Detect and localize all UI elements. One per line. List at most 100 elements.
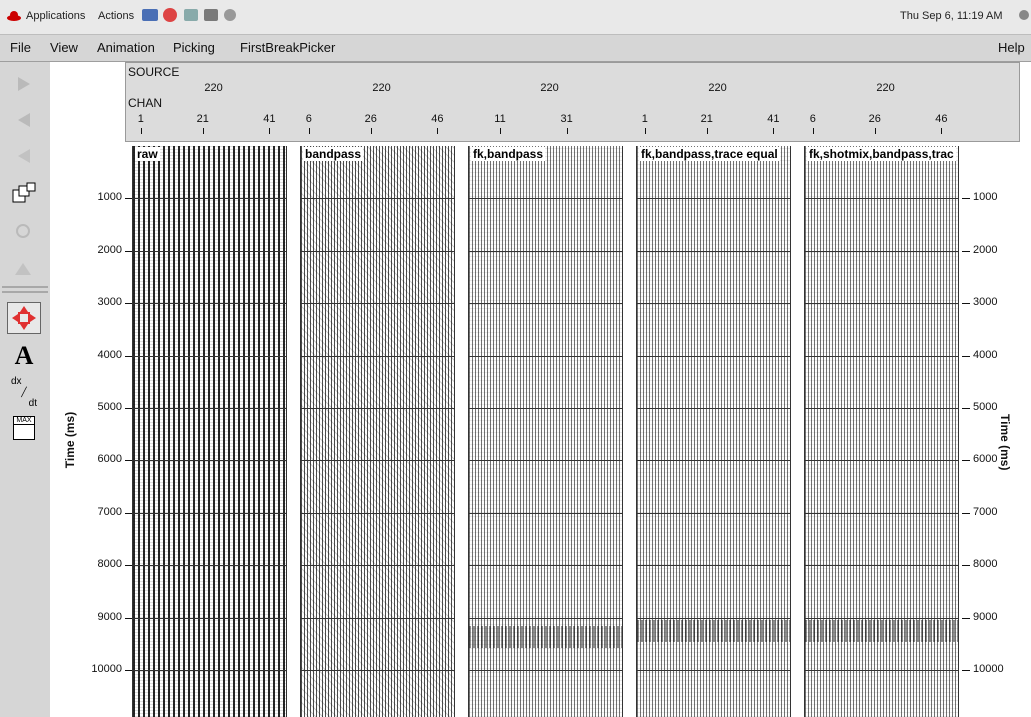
chan-tick-label: 6 [305, 113, 312, 125]
menu-firstbreakpicker[interactable]: FirstBreakPicker [240, 40, 335, 55]
dx-glyph: dx [11, 375, 22, 387]
velocity-tool-button[interactable]: dx ╱ dt [7, 375, 41, 409]
chan-tick-label: 21 [700, 113, 713, 125]
y-tick-right [962, 355, 970, 357]
y-tick-label: 8000 [97, 558, 122, 571]
text-tool-icon: A [14, 341, 34, 370]
panel-fk-shotmix-bandpass[interactable]: fk,shotmix,bandpass,trac [804, 146, 959, 717]
time-gridline [468, 355, 623, 357]
menu-picking[interactable]: Picking [173, 40, 215, 55]
chan-tick-mark [941, 128, 943, 134]
play-forward-button[interactable] [7, 68, 41, 100]
time-gridline [468, 670, 623, 671]
y-tick-right [962, 250, 970, 252]
move-arrows-icon [12, 306, 36, 330]
tool-palette: A dx ╱ dt MAX [0, 62, 51, 717]
source-value: 220 [708, 82, 727, 94]
y-tick-label: 9000 [97, 610, 122, 623]
time-gridline [636, 303, 791, 305]
chan-tick-label: 46 [431, 113, 444, 125]
window-tile-button[interactable] [7, 178, 41, 210]
y-tick-label: 4000 [97, 348, 122, 361]
zoom-tool-button[interactable] [7, 216, 41, 248]
chan-tick-mark [202, 128, 204, 134]
time-gridline [300, 460, 455, 462]
applications-menu[interactable]: Applications [26, 10, 85, 22]
time-gridline [636, 198, 791, 200]
time-gridline [468, 565, 623, 567]
time-gridline [468, 198, 623, 200]
tool-separator [2, 286, 48, 288]
chan-tick-label: 41 [263, 113, 276, 125]
menu-view[interactable]: View [50, 40, 78, 55]
y-tick-right [962, 460, 970, 462]
y-tick-label: 5000 [97, 401, 122, 413]
time-gridline [132, 460, 287, 462]
time-gridline [132, 512, 287, 514]
actions-menu[interactable]: Actions [98, 10, 134, 22]
y-tick-label: 1000 [97, 191, 122, 204]
time-gridline [300, 198, 455, 200]
chan-tick-mark [812, 128, 814, 134]
annotate-tool-button[interactable] [7, 252, 41, 284]
time-gridline [804, 303, 959, 305]
panel-fk-bandpass[interactable]: fk,bandpass [468, 146, 623, 717]
chan-tick-mark [437, 128, 439, 134]
launcher-icons[interactable] [140, 6, 260, 27]
source-value: 220 [540, 82, 559, 94]
y-tick-label: 2000 [97, 243, 122, 256]
time-gridline [636, 670, 791, 671]
y-tick-label: 7000 [97, 505, 122, 518]
zoom-icon [16, 224, 30, 238]
chan-tick-mark [500, 128, 501, 134]
time-gridline [804, 617, 959, 619]
time-gridline [300, 565, 455, 567]
time-gridline [804, 408, 959, 409]
panel-title: fk,bandpass,trace equal [639, 147, 780, 161]
time-gridline [300, 303, 455, 305]
mountain-icon [15, 263, 31, 275]
chan-tick-mark [269, 128, 271, 134]
seismic-plot-area[interactable]: SOURCE CHAN 220 220 220 220 220 1 21 41 6 26 46 11 3… [50, 62, 1031, 717]
slash-glyph: ╱ [21, 386, 27, 397]
time-gridline [132, 303, 287, 305]
play-back-button[interactable] [7, 140, 41, 172]
time-gridline [300, 670, 455, 671]
pan-tool-button[interactable] [7, 302, 41, 334]
menu-help[interactable]: Help [998, 40, 1025, 55]
time-gridline [804, 512, 959, 514]
y-tick-right [962, 670, 970, 671]
max-window-button[interactable]: MAX [7, 412, 41, 444]
y-axis-title-right: Time (ms) [998, 414, 1012, 471]
time-gridline [804, 198, 959, 200]
trace-header-band: SOURCE CHAN 220 220 220 220 220 1 21 41 6 26 46 11 3… [125, 62, 1020, 142]
y-tick-right [962, 408, 970, 409]
panel-bandpass[interactable]: bandpass [300, 146, 455, 717]
time-gridline [132, 408, 287, 409]
y-tick-label-right: 8000 [973, 558, 998, 571]
time-gridline [636, 408, 791, 409]
time-gridline [804, 460, 959, 462]
panel-raw[interactable]: raw [132, 146, 287, 717]
redhat-icon[interactable] [6, 10, 22, 25]
panel-title: fk,shotmix,bandpass,trac [807, 147, 956, 161]
y-tick-label: 6000 [97, 453, 122, 466]
panel-fk-bandpass-trace-equal[interactable]: fk,bandpass,trace equal [636, 146, 791, 717]
chan-tick-label: 46 [935, 113, 948, 125]
time-gridline [636, 565, 791, 567]
time-gridline [300, 512, 455, 514]
source-value: 220 [204, 82, 223, 94]
time-gridline [132, 198, 287, 200]
panel-title: fk,bandpass [471, 147, 546, 161]
time-gridline [132, 250, 287, 252]
chan-tick-label: 31 [560, 113, 573, 125]
time-gridline [300, 355, 455, 357]
menu-file[interactable]: File [10, 40, 31, 55]
time-gridline [132, 617, 287, 619]
time-gridline [468, 250, 623, 252]
text-tool-button[interactable]: A [7, 340, 41, 372]
step-back-button[interactable] [7, 104, 41, 136]
status-icon[interactable] [1018, 8, 1030, 25]
menu-animation[interactable]: Animation [97, 40, 155, 55]
dt-glyph: dt [28, 397, 37, 409]
